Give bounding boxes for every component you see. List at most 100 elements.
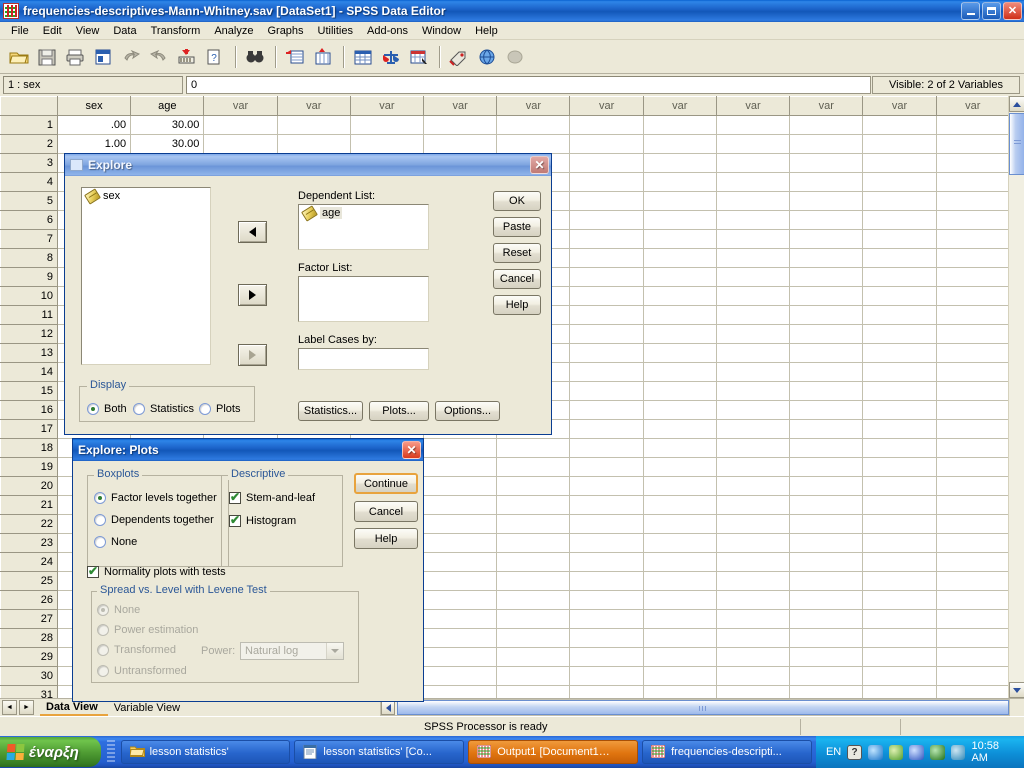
cell-empty[interactable] bbox=[569, 343, 644, 363]
cell-empty[interactable] bbox=[496, 457, 571, 477]
cell-empty[interactable] bbox=[789, 267, 864, 287]
cell-empty[interactable] bbox=[203, 134, 278, 154]
table-row[interactable]: 1.00 30.00 bbox=[0, 115, 1011, 135]
cell-empty[interactable] bbox=[862, 533, 937, 553]
cell-empty[interactable] bbox=[715, 628, 791, 648]
cell-age[interactable]: 30.00 bbox=[130, 134, 205, 154]
cell-empty[interactable] bbox=[496, 134, 571, 154]
cell-empty[interactable] bbox=[935, 362, 1011, 382]
cell-empty[interactable] bbox=[642, 115, 717, 135]
cell-empty[interactable] bbox=[715, 533, 791, 553]
close-button[interactable]: ✕ bbox=[1003, 2, 1022, 20]
save-icon[interactable] bbox=[34, 44, 60, 70]
cell-empty[interactable] bbox=[935, 419, 1011, 439]
cell-empty[interactable] bbox=[862, 248, 937, 268]
tab-scroll-next-button[interactable]: ► bbox=[19, 700, 34, 715]
minimize-button[interactable] bbox=[961, 2, 980, 20]
cell-empty[interactable] bbox=[862, 419, 937, 439]
cell-empty[interactable] bbox=[642, 666, 717, 686]
cell-empty[interactable] bbox=[935, 305, 1011, 325]
cell-empty[interactable] bbox=[423, 457, 498, 477]
cell-empty[interactable] bbox=[862, 343, 937, 363]
select-cases-icon[interactable] bbox=[406, 44, 432, 70]
cell-empty[interactable] bbox=[862, 609, 937, 629]
cell-empty[interactable] bbox=[496, 628, 571, 648]
cell-empty[interactable] bbox=[569, 362, 644, 382]
cell-empty[interactable] bbox=[642, 533, 717, 553]
taskbar-item-frequencies-descriptives[interactable]: frequencies-descripti... bbox=[642, 740, 812, 764]
cell-empty[interactable] bbox=[862, 571, 937, 591]
column-header-var[interactable]: var bbox=[642, 96, 717, 116]
row-header[interactable]: 21 bbox=[0, 495, 58, 515]
cell-empty[interactable] bbox=[715, 666, 791, 686]
cell-empty[interactable] bbox=[935, 172, 1011, 192]
cell-empty[interactable] bbox=[423, 571, 498, 591]
cell-empty[interactable] bbox=[935, 533, 1011, 553]
column-header-var[interactable]: var bbox=[789, 96, 864, 116]
cell-empty[interactable] bbox=[715, 267, 791, 287]
cell-empty[interactable] bbox=[935, 153, 1011, 173]
cell-empty[interactable] bbox=[715, 457, 791, 477]
cell-empty[interactable] bbox=[642, 343, 717, 363]
cell-empty[interactable] bbox=[935, 400, 1011, 420]
cell-empty[interactable] bbox=[789, 609, 864, 629]
help-icon[interactable]: ? bbox=[847, 744, 862, 760]
cell-empty[interactable] bbox=[569, 476, 644, 496]
row-header[interactable]: 25 bbox=[0, 571, 58, 591]
radio-display-plots[interactable]: Plots bbox=[199, 403, 240, 415]
explore-plots-dialog[interactable]: Explore: Plots ✕ Boxplots Factor levels … bbox=[72, 438, 424, 702]
row-header[interactable]: 3 bbox=[0, 153, 58, 173]
cell-empty[interactable] bbox=[715, 571, 791, 591]
cell-empty[interactable] bbox=[569, 286, 644, 306]
recall-dialogs-icon[interactable] bbox=[90, 44, 116, 70]
cell-empty[interactable] bbox=[789, 343, 864, 363]
continue-button[interactable]: Continue bbox=[354, 473, 418, 494]
horizontal-scroll-thumb[interactable] bbox=[397, 700, 1009, 715]
plots-help-button[interactable]: Help bbox=[354, 528, 418, 549]
cell-empty[interactable] bbox=[569, 457, 644, 477]
cell-empty[interactable] bbox=[789, 191, 864, 211]
menu-item-edit[interactable]: Edit bbox=[36, 24, 69, 38]
cell-empty[interactable] bbox=[496, 533, 571, 553]
cell-empty[interactable] bbox=[423, 609, 498, 629]
cell-empty[interactable] bbox=[642, 153, 717, 173]
cell-age[interactable]: 30.00 bbox=[130, 115, 205, 135]
maximize-button[interactable] bbox=[982, 2, 1001, 20]
variables-icon[interactable]: ? bbox=[202, 44, 228, 70]
column-header-var[interactable]: var bbox=[935, 96, 1011, 116]
cell-empty[interactable] bbox=[423, 438, 498, 458]
cell-empty[interactable] bbox=[569, 571, 644, 591]
cell-empty[interactable] bbox=[569, 419, 644, 439]
row-header[interactable]: 22 bbox=[0, 514, 58, 534]
menu-item-help[interactable]: Help bbox=[468, 24, 505, 38]
column-header-age[interactable]: age bbox=[130, 96, 205, 116]
cell-empty[interactable] bbox=[789, 134, 864, 154]
row-header[interactable]: 9 bbox=[0, 267, 58, 287]
cell-empty[interactable] bbox=[789, 210, 864, 230]
radio-display-both[interactable]: Both bbox=[87, 403, 127, 415]
cell-empty[interactable] bbox=[789, 438, 864, 458]
move-to-label-button[interactable] bbox=[238, 344, 267, 366]
cell-empty[interactable] bbox=[423, 666, 498, 686]
menu-item-analyze[interactable]: Analyze bbox=[207, 24, 260, 38]
cell-empty[interactable] bbox=[642, 362, 717, 382]
cell-empty[interactable] bbox=[569, 324, 644, 344]
column-header-var[interactable]: var bbox=[276, 96, 351, 116]
row-header[interactable]: 15 bbox=[0, 381, 58, 401]
radio-boxplots-none[interactable]: None bbox=[94, 536, 137, 548]
cell-empty[interactable] bbox=[276, 134, 351, 154]
cell-empty[interactable] bbox=[862, 457, 937, 477]
row-header[interactable]: 4 bbox=[0, 172, 58, 192]
tab-variable-view[interactable]: Variable View bbox=[108, 701, 190, 715]
cell-empty[interactable] bbox=[642, 267, 717, 287]
cell-empty[interactable] bbox=[862, 647, 937, 667]
checkbox-histogram[interactable]: Histogram bbox=[229, 513, 296, 527]
row-header[interactable]: 12 bbox=[0, 324, 58, 344]
cell-empty[interactable] bbox=[715, 438, 791, 458]
cell-empty[interactable] bbox=[642, 210, 717, 230]
paste-button[interactable]: Paste bbox=[493, 217, 541, 237]
cell-empty[interactable] bbox=[935, 476, 1011, 496]
cell-empty[interactable] bbox=[496, 571, 571, 591]
explore-dialog-close-button[interactable]: ✕ bbox=[530, 156, 549, 174]
cell-empty[interactable] bbox=[349, 115, 425, 135]
